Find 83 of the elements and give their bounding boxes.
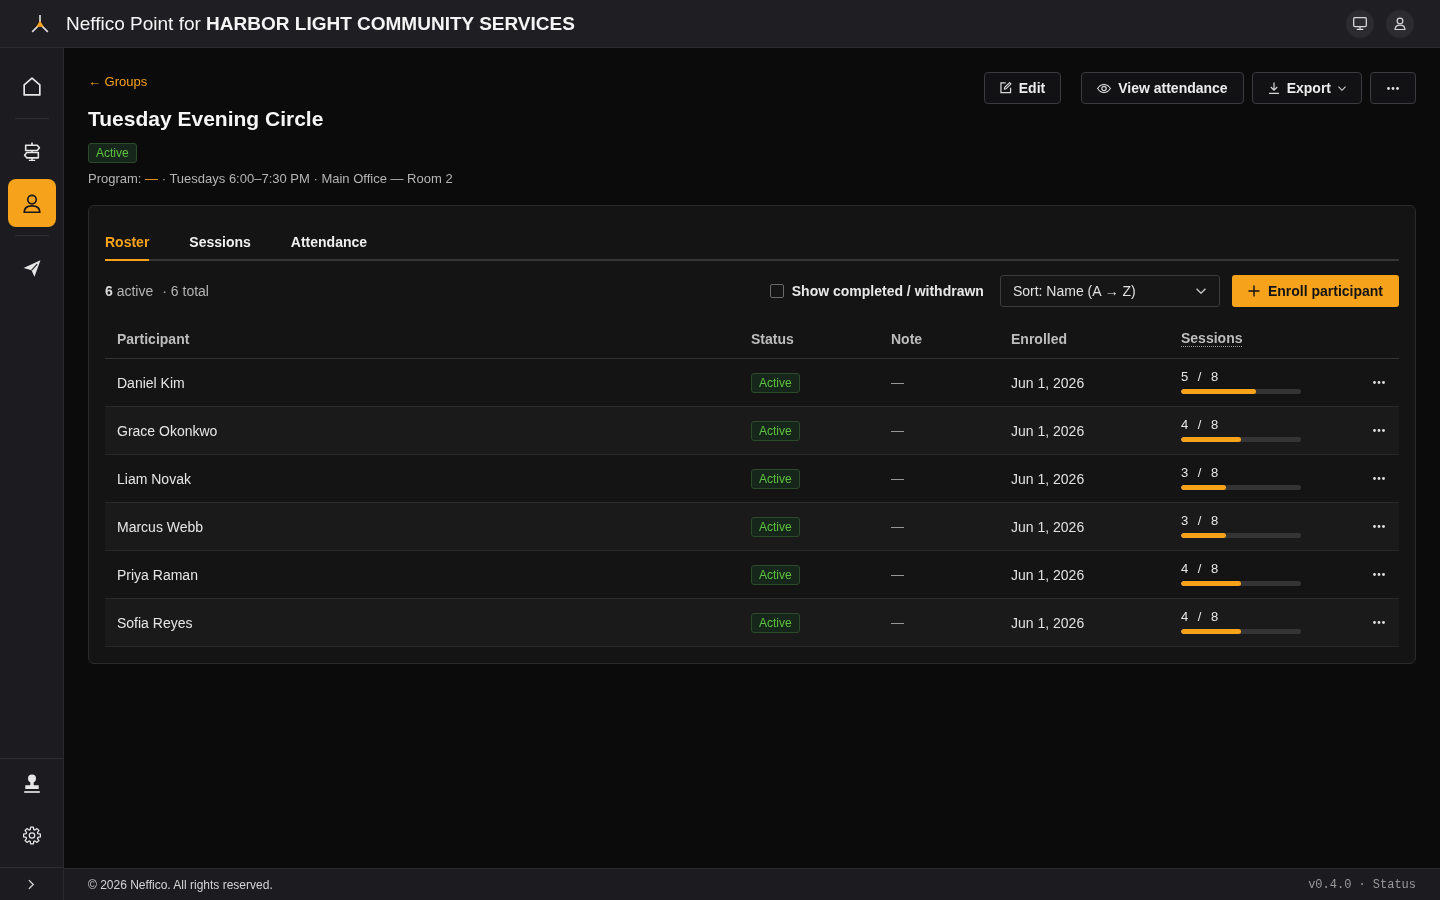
plus-icon — [1247, 285, 1260, 297]
enrolled-date: Jun 1, 2026 — [1011, 470, 1085, 487]
column-header: Sessions — [1181, 330, 1243, 347]
app-title: Neffico Point for HARBOR LIGHT COMMUNITY SERVICES — [66, 12, 575, 35]
column-header: Status — [751, 330, 794, 347]
status-badge: Active — [751, 564, 800, 585]
sessions-count: 5 / 8 — [1181, 369, 1219, 384]
status-link[interactable]: Status — [1372, 877, 1416, 892]
program-link[interactable]: — — [145, 171, 159, 186]
person-icon — [22, 193, 41, 213]
participant-name: Marcus Webb — [117, 518, 204, 535]
more-icon — [1387, 86, 1399, 90]
checkbox[interactable] — [769, 284, 784, 298]
total-count: · 6 total — [162, 283, 209, 299]
participant-name: Priya Raman — [117, 566, 198, 583]
enrolled-date: Jun 1, 2026 — [1011, 518, 1085, 535]
column-header: Participant — [117, 330, 190, 347]
note-text: — — [891, 615, 904, 630]
logo-icon — [31, 14, 49, 33]
more-icon — [1373, 621, 1385, 624]
more-icon — [1373, 429, 1385, 432]
edit-icon — [999, 82, 1012, 94]
note-text: — — [891, 423, 904, 438]
note-text: — — [891, 567, 904, 582]
enrolled-date: Jun 1, 2026 — [1011, 374, 1085, 391]
sort-select[interactable]: Sort: Name (A → Z) — [999, 275, 1220, 307]
tab[interactable]: Attendance — [290, 226, 368, 261]
stamp-icon — [22, 773, 41, 793]
status-badge: Active — [88, 143, 137, 163]
status-badge: Active — [751, 420, 800, 441]
participant-name: Liam Novak — [117, 470, 191, 487]
edit-button[interactable]: Edit — [983, 72, 1062, 104]
back-link[interactable]: ← Groups — [88, 72, 148, 92]
paper-plane-icon — [22, 258, 41, 278]
status-badge: Active — [751, 612, 800, 633]
participant-name: Sofia Reyes — [117, 614, 193, 631]
sessions-count: 4 / 8 — [1181, 609, 1219, 624]
participant-name: Daniel Kim — [117, 374, 185, 391]
copyright-text: © 2026 Neffico. All rights reserved. — [88, 877, 273, 892]
note-text: — — [891, 519, 904, 534]
chevron-down-icon — [1195, 288, 1206, 294]
sessions-count: 3 / 8 — [1181, 465, 1219, 480]
signpost-icon — [22, 141, 41, 161]
enrolled-date: Jun 1, 2026 — [1011, 614, 1085, 631]
column-header: Note — [891, 330, 923, 347]
caret-icon — [1338, 85, 1346, 91]
column-header: Enrolled — [1011, 330, 1067, 347]
nav-item[interactable] — [7, 179, 56, 227]
expand-sidebar-button[interactable] — [28, 878, 35, 890]
more-icon — [1373, 477, 1385, 480]
enroll-participant-button[interactable]: Enroll participant — [1231, 275, 1399, 307]
group-details: Program: — · Tuesdays 6:00–7:30 PM · Main Office — Room 2 — [88, 170, 453, 188]
settings-icon — [22, 825, 41, 845]
more-icon — [1373, 381, 1385, 384]
display-button[interactable] — [1346, 9, 1374, 38]
enrolled-date: Jun 1, 2026 — [1011, 422, 1085, 439]
status-badge: Active — [751, 372, 800, 393]
status-badge: Active — [751, 516, 800, 537]
enrolled-date: Jun 1, 2026 — [1011, 566, 1085, 583]
tab[interactable]: Roster — [105, 226, 150, 261]
status-badge: Active — [751, 468, 800, 489]
checkbox-label[interactable]: Show completed / withdrawn — [791, 283, 984, 299]
more-icon — [1373, 525, 1385, 528]
monitor-icon — [1353, 17, 1367, 30]
home-icon — [22, 76, 41, 96]
version-text: v0.4.0 · — [1308, 877, 1366, 892]
eye-icon — [1097, 83, 1112, 93]
tab[interactable]: Sessions — [189, 226, 251, 261]
export-button[interactable]: Export — [1251, 72, 1362, 104]
note-text: — — [891, 471, 904, 486]
account-button[interactable] — [1386, 9, 1414, 38]
sessions-count: 4 / 8 — [1181, 561, 1219, 576]
active-count: 6 active — [105, 283, 154, 299]
sessions-count: 4 / 8 — [1181, 417, 1219, 432]
more-icon — [1373, 573, 1385, 576]
participant-name: Grace Okonkwo — [117, 422, 218, 439]
view-attendance-button[interactable]: View attendance — [1081, 72, 1244, 104]
chevron-right-icon — [28, 878, 35, 890]
note-text: — — [891, 375, 904, 390]
sessions-count: 3 / 8 — [1181, 513, 1219, 528]
user-icon — [1393, 17, 1407, 30]
download-icon — [1267, 82, 1280, 94]
page-title: Tuesday Evening Circle — [88, 106, 324, 132]
